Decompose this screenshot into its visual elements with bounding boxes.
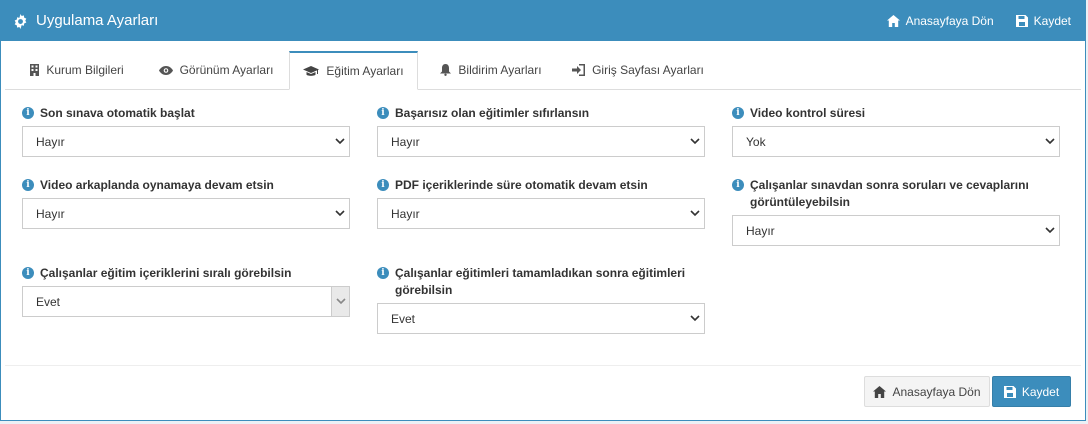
header-save-button[interactable]: Kaydet: [1015, 14, 1071, 28]
info-icon: i: [22, 107, 34, 119]
eye-icon: [158, 65, 173, 75]
chevron-down-icon: [690, 315, 700, 322]
footer-save-button[interactable]: Kaydet: [992, 376, 1071, 407]
select-pdf-sure-otomatik-devam[interactable]: Hayır: [377, 198, 705, 229]
bell-icon: [440, 64, 452, 76]
tab-gorunum-ayarlari[interactable]: Görünüm Ayarları: [145, 51, 287, 89]
header-save-label: Kaydet: [1033, 14, 1071, 28]
info-icon: i: [732, 107, 744, 119]
field-label: i Video arkaplanda oynamaya devam etsin: [22, 177, 352, 194]
field-pdf-sure-otomatik-devam: i PDF içeriklerinde süre otomatik devam e…: [377, 177, 707, 233]
settings-tabs: Kurum Bilgileri Görünüm Ayarları Eğitim …: [5, 51, 1081, 90]
save-icon: [1015, 15, 1028, 27]
chevron-down-icon: [690, 210, 700, 217]
page-title: Uygulama Ayarları: [13, 1, 158, 41]
select-son-sinava-otomatik-baslat[interactable]: Hayır: [22, 126, 350, 157]
field-label: i Çalışanlar eğitim içeriklerini sıralı g…: [22, 265, 352, 282]
select-basarisiz-egitimler-sifirlansin[interactable]: Hayır: [377, 126, 705, 157]
info-icon: i: [22, 267, 34, 279]
field-label: i Video kontrol süresi: [732, 105, 1062, 122]
chevron-down-icon: [336, 298, 346, 305]
info-icon: i: [377, 179, 389, 191]
field-label: i Başarısız olan eğitimler sıfırlansın: [377, 105, 707, 122]
chevron-down-icon: [1045, 227, 1055, 234]
select-video-arkaplanda-oynasin[interactable]: Hayır: [22, 198, 350, 229]
field-video-arkaplanda-oynasin: i Video arkaplanda oynamaya devam etsin H…: [22, 177, 352, 233]
settings-panel: Uygulama Ayarları Anasayfaya Dön Kaydet: [0, 0, 1086, 421]
tab-kurum-bilgileri[interactable]: Kurum Bilgileri: [15, 51, 139, 89]
tab-bildirim-ayarlari[interactable]: Bildirim Ayarları: [425, 51, 557, 89]
field-label: i Son sınava otomatik başlat: [22, 105, 352, 122]
graduation-cap-icon: [303, 65, 320, 76]
building-icon: [30, 64, 40, 76]
header-home-label: Anasayfaya Dön: [905, 14, 994, 28]
gear-icon: [14, 13, 27, 29]
info-icon: i: [22, 179, 34, 191]
select-egitimleri-tamamladiktan-sonra[interactable]: Evet: [377, 303, 705, 334]
field-sinav-sonrasi-cevaplar: i Çalışanlar sınavdan sonra soruları ve c…: [732, 177, 1062, 249]
footer-home-button[interactable]: Anasayfaya Dön: [864, 376, 990, 407]
field-son-sinava-otomatik-baslat: i Son sınava otomatik başlat Hayır: [22, 105, 352, 161]
chevron-down-icon: [335, 210, 345, 217]
save-icon: [1003, 385, 1016, 398]
info-icon: i: [732, 179, 744, 191]
select-video-kontrol-suresi[interactable]: Yok: [732, 126, 1060, 157]
home-icon: [886, 15, 900, 27]
chevron-down-icon: [335, 138, 345, 145]
tab-label: Görünüm Ayarları: [179, 63, 274, 77]
chevron-down-icon: [690, 138, 700, 145]
footer-divider: [5, 365, 1081, 366]
tab-label: Eğitim Ayarları: [326, 64, 404, 78]
sign-in-icon: [572, 64, 586, 76]
select-sinav-sonrasi-cevaplar[interactable]: Hayır: [732, 215, 1060, 246]
chevron-down-icon: [1045, 138, 1055, 145]
field-egitimleri-tamamladiktan-sonra: i Çalışanlar eğitimleri tamamladıkan sonr…: [377, 265, 707, 337]
field-egitim-icerikleri-sirali: i Çalışanlar eğitim içeriklerini sıralı g…: [22, 265, 352, 321]
field-label: i PDF içeriklerinde süre otomatik devam e…: [377, 177, 707, 194]
info-icon: i: [377, 107, 389, 119]
tab-label: Kurum Bilgileri: [46, 63, 124, 77]
field-label: i Çalışanlar eğitimleri tamamladıkan sonr…: [377, 265, 702, 299]
tab-label: Bildirim Ayarları: [458, 63, 542, 77]
info-icon: i: [377, 267, 389, 279]
field-basarisiz-egitimler-sifirlansin: i Başarısız olan eğitimler sıfırlansın Ha…: [377, 105, 707, 161]
tab-label: Giriş Sayfası Ayarları: [592, 63, 704, 77]
home-icon: [873, 385, 887, 398]
tab-egitim-ayarlari[interactable]: Eğitim Ayarları: [289, 51, 418, 90]
panel-header: Uygulama Ayarları Anasayfaya Dön Kaydet: [1, 1, 1085, 41]
header-home-button[interactable]: Anasayfaya Dön: [886, 14, 994, 28]
field-label: i Çalışanlar sınavdan sonra soruları ve c…: [732, 177, 1052, 211]
field-video-kontrol-suresi: i Video kontrol süresi Yok: [732, 105, 1062, 161]
tab-giris-sayfasi-ayarlari[interactable]: Giriş Sayfası Ayarları: [563, 51, 713, 89]
select-egitim-icerikleri-sirali[interactable]: Evet: [22, 286, 350, 317]
page-title-text: Uygulama Ayarları: [36, 12, 159, 29]
